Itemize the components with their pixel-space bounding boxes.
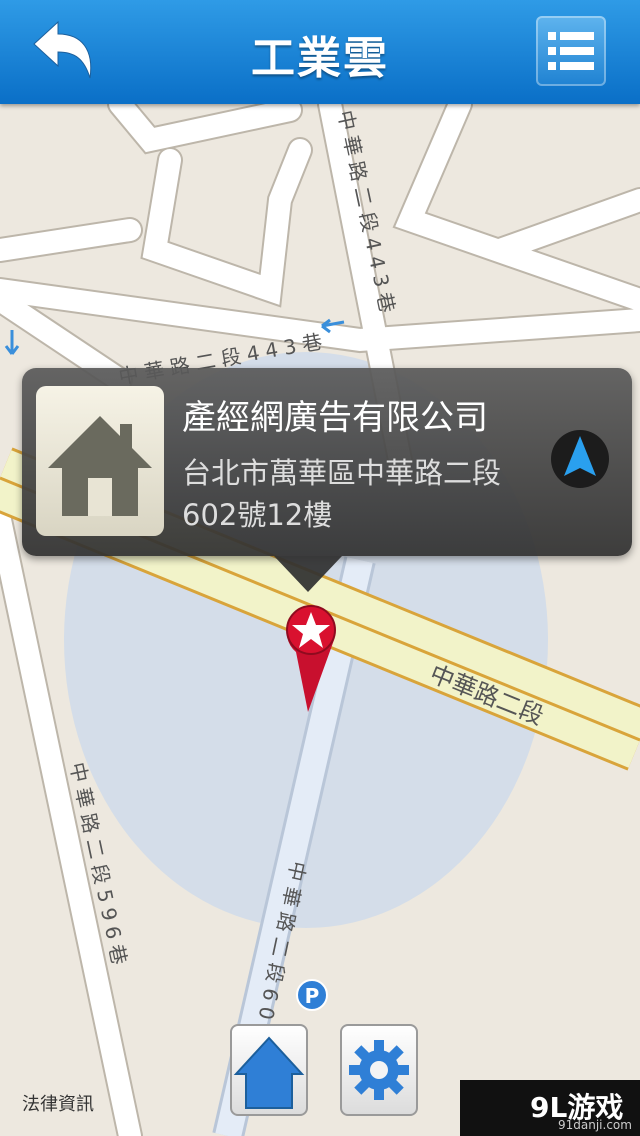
parking-marker[interactable]: P — [296, 979, 328, 1011]
house-icon — [48, 416, 152, 516]
company-address: 台北市萬華區中華路二段602號12樓 — [182, 456, 502, 532]
navigation-arrow-icon — [551, 430, 609, 488]
map-view[interactable]: 中華路二段 中華路二段443巷 中華路二段443巷 中華路二段606巷 中華路二… — [0, 104, 640, 1136]
company-name: 產經網廣告有限公司 — [182, 398, 488, 438]
watermark: 9L游戏 91danji.com — [460, 1080, 640, 1136]
location-callout[interactable]: 產經網廣告有限公司 台北市萬華區中華路二段602號12樓 — [22, 368, 632, 556]
home-button-icon — [233, 1036, 305, 1109]
place-thumbnail — [36, 386, 164, 536]
home-button[interactable] — [230, 1024, 308, 1116]
gear-icon — [349, 1040, 409, 1100]
callout-pointer — [274, 556, 342, 592]
svg-text:P: P — [305, 984, 320, 1008]
settings-button[interactable] — [340, 1024, 418, 1116]
menu-button[interactable] — [536, 16, 606, 86]
navigation-button[interactable] — [550, 424, 610, 494]
watermark-subtext: 91danji.com — [558, 1118, 632, 1132]
app-header: 工業雲 — [0, 0, 640, 104]
legal-info-link[interactable]: 法律資訊 — [22, 1090, 94, 1116]
list-menu-icon — [548, 32, 594, 70]
